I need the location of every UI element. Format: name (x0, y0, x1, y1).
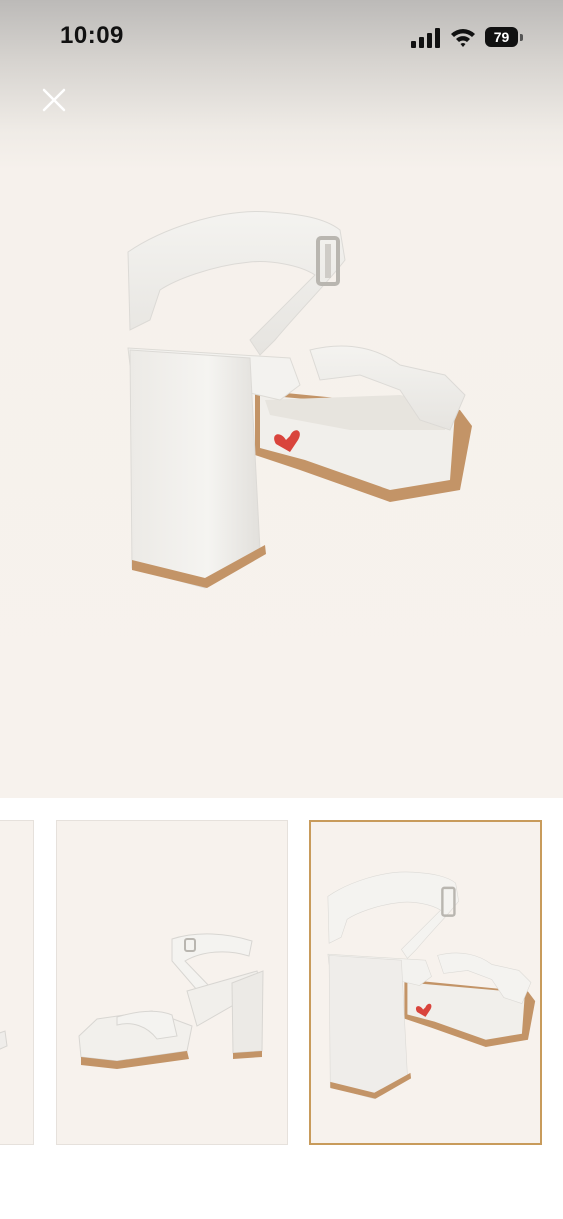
thumbnail-image-3 (327, 871, 536, 1100)
thumbnail-strip[interactable] (0, 798, 563, 1219)
signal-icon (411, 28, 440, 48)
thumbnail-2[interactable] (56, 820, 288, 1145)
close-icon[interactable] (36, 82, 72, 118)
main-product-image (127, 211, 472, 589)
thumbnail-1[interactable] (0, 820, 34, 1145)
thumbnail-image-2 (78, 933, 264, 1069)
status-time: 10:09 (60, 22, 124, 49)
thumbnail-image-1 (0, 1030, 8, 1050)
thumbnail-3-selected[interactable] (309, 820, 542, 1145)
battery-level: 79 (485, 27, 518, 47)
battery-icon: 79 (485, 27, 525, 49)
wifi-icon (451, 29, 475, 47)
status-bar: 10:09 79 (0, 0, 563, 72)
